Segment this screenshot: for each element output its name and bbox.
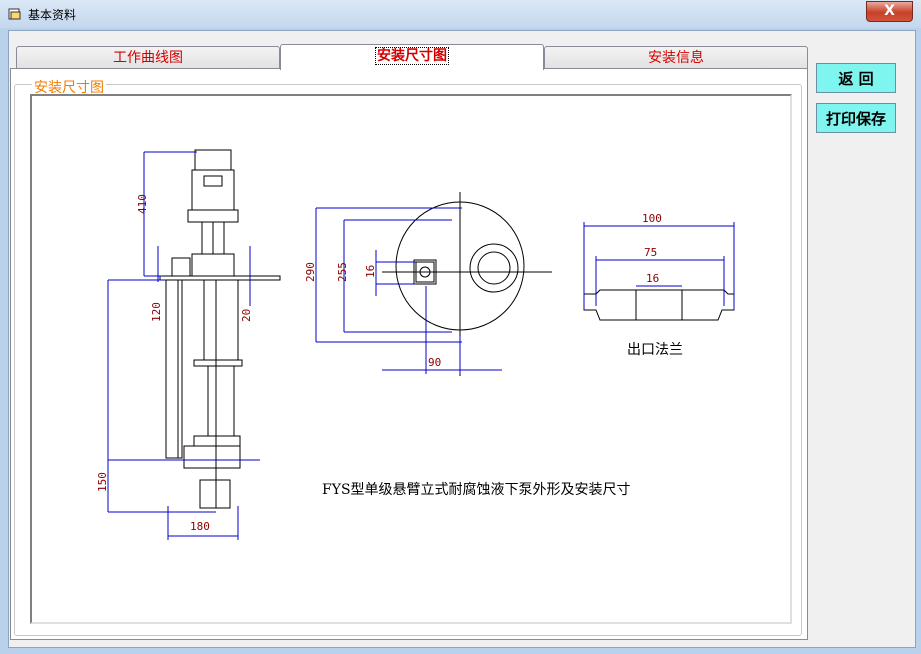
drawing-caption: FYS型单级悬臂立式耐腐蚀液下泵外形及安装尺寸 (322, 481, 631, 498)
dim-410: 410 (136, 194, 149, 214)
tab-work-curve[interactable]: 工作曲线图 (16, 46, 280, 69)
tab-install-dimensions[interactable]: 安装尺寸图 (280, 44, 544, 70)
dim-100: 100 (642, 212, 662, 225)
window-title: 基本资料 (28, 8, 77, 22)
print-save-button[interactable]: 打印保存 (816, 103, 896, 133)
title-bar: 基本资料 X (0, 0, 921, 28)
outlet-flange-view (583, 289, 735, 321)
dim-16-top: 16 (364, 265, 377, 278)
dim-16-flange: 16 (646, 272, 659, 285)
tab-label: 安装尺寸图 (375, 47, 449, 65)
tab-install-info[interactable]: 安装信息 (544, 46, 808, 69)
dim-20: 20 (240, 309, 253, 322)
dim-150: 150 (96, 472, 109, 492)
back-button[interactable]: 返 回 (816, 63, 896, 93)
close-button[interactable]: X (866, 1, 913, 22)
flange-label: 出口法兰 (627, 342, 683, 358)
installation-drawing: 410 120 20 150 180 290 255 16 90 100 75 … (96, 149, 735, 540)
dim-180: 180 (190, 520, 210, 533)
app-icon (8, 8, 21, 20)
dim-75: 75 (644, 246, 657, 259)
dim-120: 120 (150, 302, 163, 322)
tab-label: 安装信息 (648, 50, 704, 66)
dim-290: 290 (304, 262, 317, 282)
dim-255: 255 (336, 262, 349, 282)
tab-label: 工作曲线图 (113, 50, 183, 66)
drawing-picture-box: 410 120 20 150 180 290 255 16 90 100 75 … (30, 94, 792, 624)
pump-side-view (159, 149, 281, 509)
dim-90: 90 (428, 356, 441, 369)
